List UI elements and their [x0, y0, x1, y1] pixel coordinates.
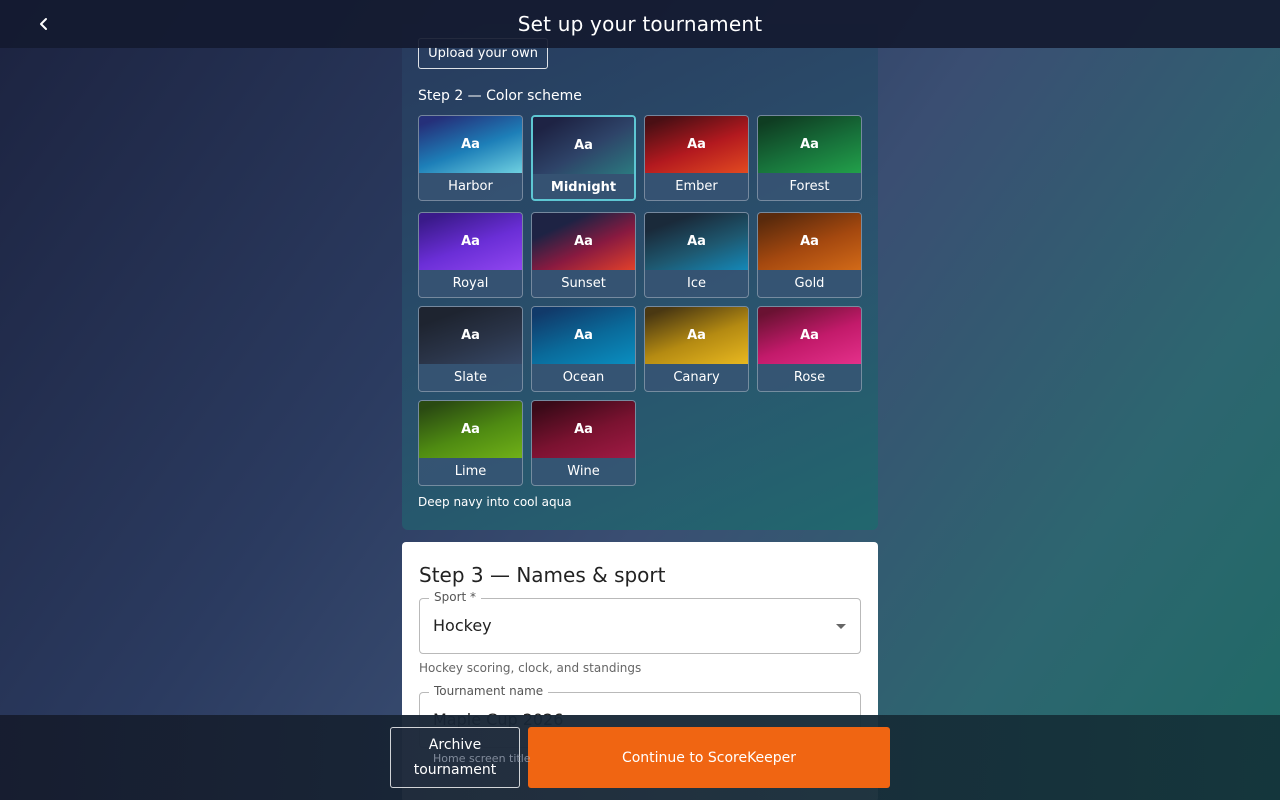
swatch-preview: Aa — [645, 116, 748, 173]
swatch-label: Ember — [645, 173, 748, 200]
swatch-label: Lime — [419, 458, 522, 485]
scheme-swatch-ice[interactable]: Aa Ice — [644, 212, 749, 298]
scheme-swatch-ocean[interactable]: Aa Ocean — [531, 306, 636, 392]
swatch-preview: Aa — [758, 213, 861, 270]
swatch-preview: Aa — [532, 401, 635, 458]
swatch-preview: Aa — [645, 307, 748, 364]
swatch-label: Ocean — [532, 364, 635, 391]
swatch-preview: Aa — [758, 307, 861, 364]
bottom-action-bar: Archive tournament Continue to ScoreKeep… — [0, 715, 1280, 800]
swatch-label: Rose — [758, 364, 861, 391]
swatch-label: Harbor — [419, 173, 522, 200]
scheme-swatch-harbor[interactable]: Aa Harbor — [418, 115, 523, 201]
scheme-swatch-wine[interactable]: Aa Wine — [531, 400, 636, 486]
swatch-preview: Aa — [419, 213, 522, 270]
swatch-label: Forest — [758, 173, 861, 200]
swatch-label: Gold — [758, 270, 861, 297]
scheme-swatch-lime[interactable]: Aa Lime — [418, 400, 523, 486]
sport-label: Sport * — [429, 590, 482, 604]
swatch-preview: Aa — [419, 307, 522, 364]
sport-value: Hockey — [433, 616, 492, 635]
color-scheme-card: Upload your own Step 2 — Color scheme Aa… — [402, 24, 878, 530]
swatch-label: Midnight — [533, 174, 634, 199]
swatch-preview: Aa — [533, 117, 634, 174]
swatch-preview: Aa — [532, 307, 635, 364]
sport-select[interactable]: Sport * Hockey — [419, 590, 861, 654]
swatch-label: Wine — [532, 458, 635, 485]
scheme-swatch-ember[interactable]: Aa Ember — [644, 115, 749, 201]
step2-label: Step 2 — Color scheme — [418, 88, 582, 104]
scheme-description: Deep navy into cool aqua — [418, 495, 572, 509]
swatch-preview: Aa — [758, 116, 861, 173]
scheme-swatch-sunset[interactable]: Aa Sunset — [531, 212, 636, 298]
swatch-label: Royal — [419, 270, 522, 297]
swatch-preview: Aa — [645, 213, 748, 270]
chevron-left-icon[interactable] — [30, 12, 58, 36]
sport-helper-text: Hockey scoring, clock, and standings — [419, 661, 642, 675]
scheme-swatch-canary[interactable]: Aa Canary — [644, 306, 749, 392]
swatch-label: Canary — [645, 364, 748, 391]
swatch-label: Sunset — [532, 270, 635, 297]
dropdown-arrow-icon — [836, 624, 846, 629]
scheme-swatch-gold[interactable]: Aa Gold — [757, 212, 862, 298]
scheme-swatch-midnight[interactable]: Aa Midnight — [531, 115, 636, 201]
scheme-swatch-forest[interactable]: Aa Forest — [757, 115, 862, 201]
scheme-swatch-royal[interactable]: Aa Royal — [418, 212, 523, 298]
swatch-preview: Aa — [419, 401, 522, 458]
top-app-bar: Set up your tournament — [0, 0, 1280, 48]
tournament-name-helper-text: Home screen title — [433, 752, 531, 765]
page-title: Set up your tournament — [517, 12, 763, 36]
swatch-preview: Aa — [532, 213, 635, 270]
step3-title: Step 3 — Names & sport — [419, 563, 666, 587]
swatch-label: Ice — [645, 270, 748, 297]
swatch-label: Slate — [419, 364, 522, 391]
tournament-name-label: Tournament name — [429, 684, 549, 698]
swatch-preview: Aa — [419, 116, 522, 173]
continue-button[interactable]: Continue to ScoreKeeper — [528, 727, 890, 788]
scheme-swatch-rose[interactable]: Aa Rose — [757, 306, 862, 392]
scheme-swatch-slate[interactable]: Aa Slate — [418, 306, 523, 392]
